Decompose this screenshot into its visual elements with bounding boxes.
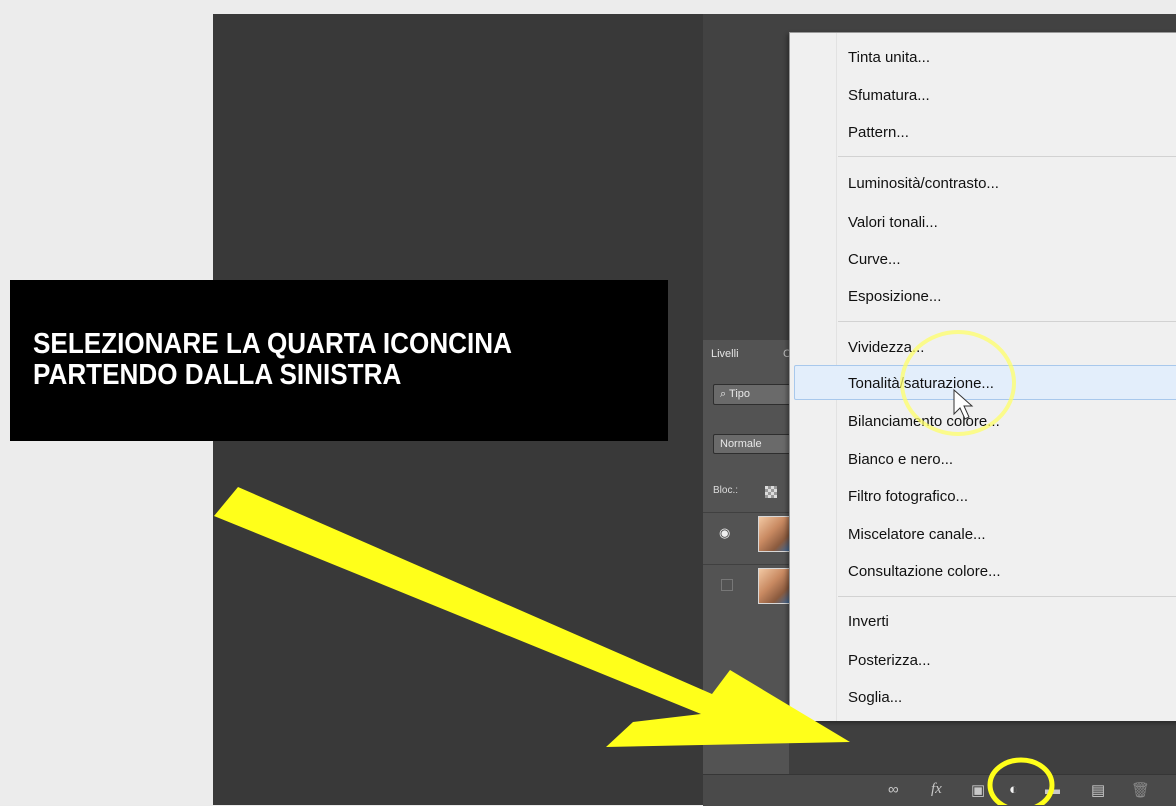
yellow-circle-icon (987, 757, 1055, 805)
yellow-arrow (214, 487, 850, 747)
yellow-circle-menu (900, 330, 1016, 436)
annotation-overlay (214, 330, 1055, 805)
mouse-cursor-icon (953, 388, 974, 420)
